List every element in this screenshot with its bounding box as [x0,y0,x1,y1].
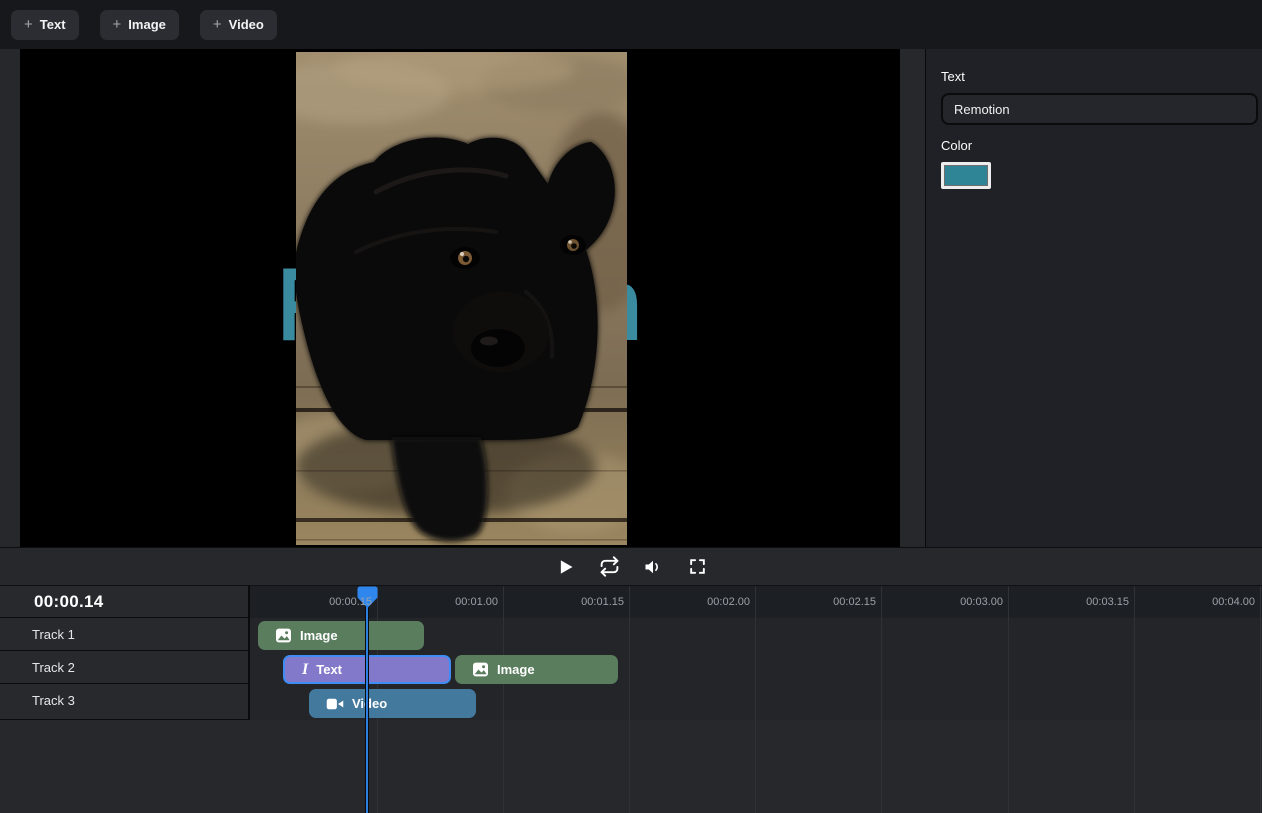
color-swatch-value [944,165,988,186]
playhead-marker[interactable] [357,586,378,609]
gridline [1008,586,1009,813]
main-area: Remotion [0,49,1262,547]
loop-icon [599,556,620,577]
play-button[interactable] [552,554,578,580]
plus-icon: + [113,17,122,32]
preview-canvas: Remotion [20,49,900,547]
add-video-button[interactable]: + Video [200,10,277,40]
fullscreen-button[interactable] [684,554,710,580]
video-icon [326,697,344,711]
track-row-3: Track 3 [0,684,248,717]
dog-photo [296,52,627,545]
loop-button[interactable] [596,554,622,580]
preview-stage: Remotion [0,49,925,547]
gridline [503,586,504,813]
player-controls [0,547,1262,585]
timeline-ruler[interactable] [250,586,1262,618]
top-toolbar: + Text + Image + Video [0,0,1262,49]
clip-label: Text [316,662,342,677]
volume-icon [643,557,663,577]
button-label: Text [40,17,66,32]
gridline [1134,586,1135,813]
clip-image[interactable]: Image [258,621,424,650]
text-icon: I [302,662,308,678]
clip-video[interactable]: Video [309,689,476,718]
add-image-button[interactable]: + Image [100,10,179,40]
fullscreen-icon [688,557,707,576]
button-label: Video [229,17,264,32]
inspector-panel: Text Color [925,49,1262,547]
text-input[interactable] [941,93,1258,125]
clip-image[interactable]: Image [455,655,618,684]
playhead-line [366,607,368,813]
gridline [1260,586,1261,813]
color-field-label: Color [941,138,1247,153]
play-icon [555,557,575,577]
plus-icon: + [24,17,33,32]
clip-label: Image [300,628,338,643]
add-text-button[interactable]: + Text [11,10,79,40]
clip-label: Image [497,662,535,677]
volume-button[interactable] [640,554,666,580]
clip-label: Video [352,696,387,711]
timeline: 00:00.14 Track 1Track 2Track 3 Image I Tex… [0,585,1262,813]
image-icon [472,662,489,677]
color-swatch[interactable] [941,162,991,189]
gridline [881,586,882,813]
gridline [629,586,630,813]
timecode: 00:00.14 [0,586,248,618]
video-editor-app: + Text + Image + Video Remotion [0,0,1262,813]
track-row-2: Track 2 [0,651,248,684]
text-field-label: Text [941,69,1247,84]
track-row-1: Track 1 [0,618,248,651]
timeline-left-panel: 00:00.14 Track 1Track 2Track 3 [0,586,250,720]
button-label: Image [128,17,166,32]
image-icon [275,628,292,643]
plus-icon: + [213,17,222,32]
gridline [755,586,756,813]
